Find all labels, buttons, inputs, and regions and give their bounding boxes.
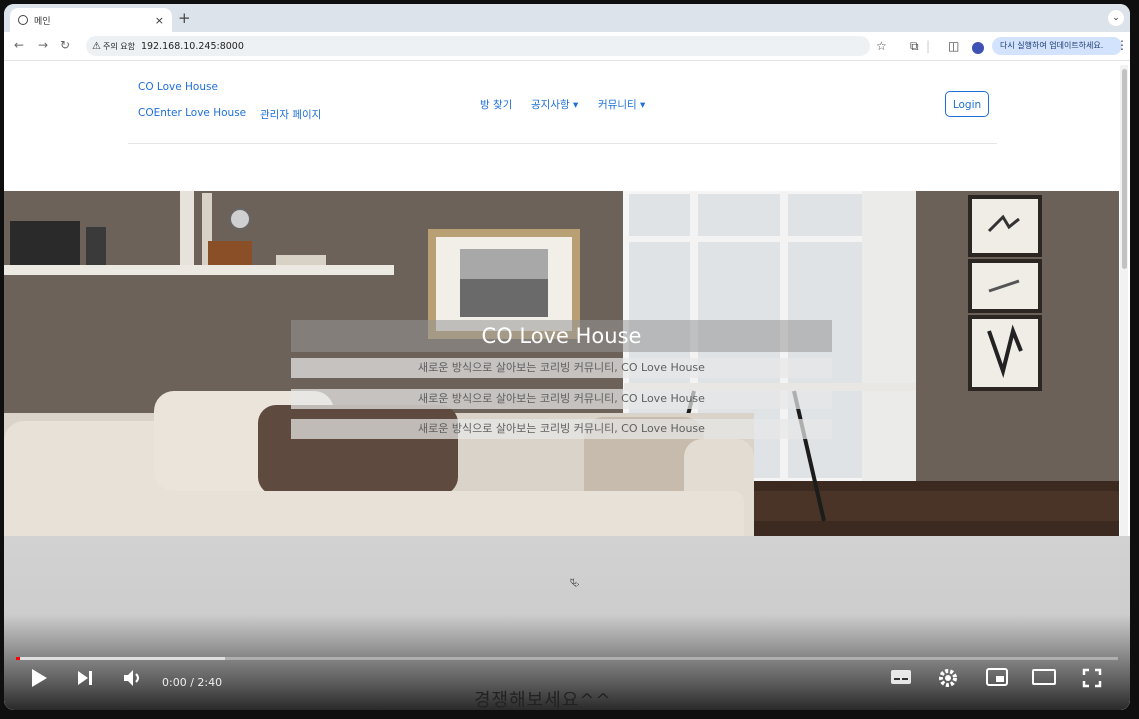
- tab-main[interactable]: 메인 ×: [10, 8, 172, 32]
- miniplayer-icon[interactable]: [986, 668, 1008, 691]
- toolbar-divider: |: [926, 39, 931, 53]
- profile-avatar[interactable]: [972, 42, 984, 54]
- warning-icon[interactable]: ⚠: [92, 41, 101, 52]
- progress-played: [16, 657, 20, 660]
- tab-strip: 메인 × + ⌄: [4, 4, 1130, 32]
- gear-icon[interactable]: [938, 668, 958, 693]
- side-panel-icon[interactable]: ◫: [948, 39, 959, 53]
- tab-search-icon[interactable]: ⌄: [1108, 10, 1124, 26]
- new-tab-button[interactable]: +: [178, 9, 191, 27]
- fullscreen-icon[interactable]: [1082, 668, 1102, 693]
- tab-title: 메인: [34, 16, 51, 27]
- tab-close-icon[interactable]: ×: [155, 14, 164, 27]
- nav-notice-dropdown[interactable]: 공지사항 ▾: [531, 97, 578, 112]
- more-menu-icon[interactable]: ⋮: [1116, 38, 1128, 52]
- update-button[interactable]: 다시 실행하여 업데이트하세요.: [992, 37, 1122, 55]
- play-icon[interactable]: [30, 668, 48, 693]
- page-overflow-text: 경쟁해보세요^^: [474, 690, 612, 710]
- brand-link[interactable]: CO Love House: [138, 81, 218, 93]
- next-icon[interactable]: [76, 668, 94, 693]
- browser-window: 메인 × + ⌄ ← → ↻ ⚠ 주의 요함 192.168.10.245:80…: [4, 4, 1130, 710]
- admin-page-link[interactable]: 관리자 페이지: [260, 107, 321, 122]
- volume-icon[interactable]: [122, 668, 144, 693]
- progress-buffered: [16, 657, 226, 660]
- time-display: 0:00 / 2:40: [162, 676, 223, 689]
- extensions-icon[interactable]: ⧉: [910, 39, 919, 54]
- nav-divider: [128, 143, 997, 144]
- captions-icon[interactable]: [890, 668, 912, 691]
- theater-icon[interactable]: [1032, 668, 1056, 691]
- nav-find-room[interactable]: 방 찾기: [480, 97, 512, 112]
- brand-link-secondary[interactable]: COEnter Love House: [138, 107, 246, 119]
- url-text[interactable]: 192.168.10.245:8000: [141, 41, 244, 52]
- hero-subtitle: 새로운 방식으로 살아보는 코리빙 커뮤니티, CO Love House: [291, 358, 832, 378]
- forward-icon[interactable]: →: [38, 38, 48, 52]
- security-warning-label[interactable]: 주의 요함: [103, 41, 135, 52]
- mouse-cursor: ⮱: [570, 576, 580, 590]
- page-scrollbar-thumb[interactable]: [1122, 69, 1127, 269]
- back-icon[interactable]: ←: [14, 38, 24, 52]
- bookmark-star-icon[interactable]: ☆: [876, 39, 887, 53]
- login-button[interactable]: Login: [945, 91, 989, 117]
- globe-icon: [18, 15, 28, 25]
- address-bar[interactable]: ⚠ 주의 요함 192.168.10.245:8000: [86, 36, 870, 56]
- browser-toolbar: ← → ↻ ⚠ 주의 요함 192.168.10.245:8000 ☆ ⧉ | …: [4, 32, 1130, 61]
- hero-carousel[interactable]: CO Love House 새로운 방식으로 살아보는 코리빙 커뮤니티, CO…: [4, 191, 1119, 593]
- hero-subtitle: 새로운 방식으로 살아보는 코리빙 커뮤니티, CO Love House: [291, 389, 832, 409]
- nav-community-dropdown[interactable]: 커뮤니티 ▾: [598, 97, 645, 112]
- hero-subtitle: 새로운 방식으로 살아보는 코리빙 커뮤니티, CO Love House: [291, 419, 832, 439]
- reload-icon[interactable]: ↻: [60, 38, 70, 52]
- hero-title: CO Love House: [291, 320, 832, 352]
